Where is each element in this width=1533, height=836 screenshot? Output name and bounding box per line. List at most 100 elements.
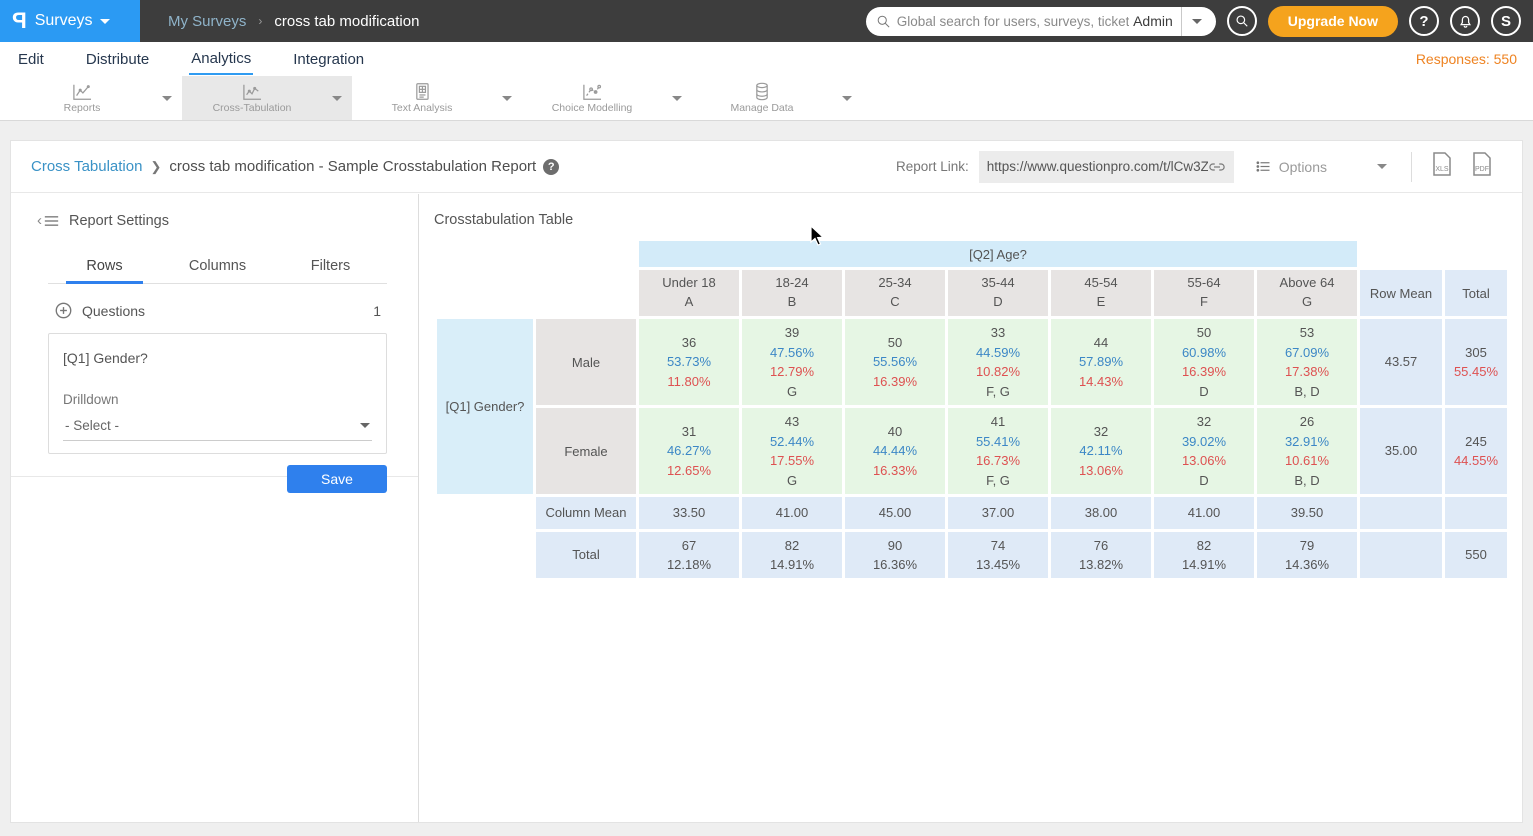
data-cell: 3947.56%12.79%G xyxy=(742,319,842,405)
upgrade-now-button[interactable]: Upgrade Now xyxy=(1268,6,1398,37)
report-link-label: Report Link: xyxy=(896,159,969,174)
nav-item-integration[interactable]: Integration xyxy=(291,45,366,74)
report-title: cross tab modification - Sample Crosstab… xyxy=(169,158,536,175)
responses-count[interactable]: Responses: 550 xyxy=(1416,51,1517,67)
cross-tabulation-breadcrumb-link[interactable]: Cross Tabulation xyxy=(31,158,142,175)
tab-choice-modelling[interactable]: Choice Modelling xyxy=(522,76,692,120)
data-cell: 5055.56%16.39% xyxy=(845,319,945,405)
notifications-button[interactable] xyxy=(1450,6,1480,36)
table-row-female: Female 3146.27%12.65% 4352.44%17.55%G 40… xyxy=(437,408,1507,494)
help-button[interactable]: ? xyxy=(1409,6,1439,36)
report-settings-panel: ‹ Report Settings Rows Columns Filters Q… xyxy=(11,194,419,822)
grand-total-cell: 550 xyxy=(1445,532,1507,578)
column-mean-cell: 41.00 xyxy=(742,497,842,529)
choice-modelling-dropdown-caret[interactable] xyxy=(662,76,692,120)
breadcrumb-separator: ❯ xyxy=(150,159,161,175)
total-header: Total xyxy=(1445,270,1507,316)
report-settings-title: Report Settings xyxy=(69,213,169,229)
questions-label: Questions xyxy=(82,303,145,319)
tab-manage-data[interactable]: Manage Data xyxy=(692,76,862,120)
data-cell: 4352.44%17.55%G xyxy=(742,408,842,494)
drilldown-select[interactable]: - Select - xyxy=(63,409,372,441)
cross-tabulation-icon xyxy=(241,83,263,101)
report-link-field xyxy=(979,151,1234,183)
column-mean-cell: 38.00 xyxy=(1051,497,1151,529)
reports-dropdown-caret[interactable] xyxy=(152,76,182,120)
column-mean-cell: 41.00 xyxy=(1154,497,1254,529)
drilldown-label: Drilldown xyxy=(63,392,372,407)
column-header: 45-54E xyxy=(1051,270,1151,316)
cross-tabulation-dropdown-caret[interactable] xyxy=(322,76,352,120)
row-mean-header: Row Mean xyxy=(1360,270,1442,316)
global-search-input[interactable] xyxy=(897,14,1129,29)
total-row: Total 6712.18% 8214.91% 9016.36% 7413.45… xyxy=(437,532,1507,578)
nav-item-distribute[interactable]: Distribute xyxy=(84,45,151,74)
app-logo[interactable]: P Surveys xyxy=(0,0,140,42)
tab-rows[interactable]: Rows xyxy=(48,251,161,283)
collapse-panel-icon[interactable]: ‹ xyxy=(37,212,59,229)
breadcrumb-separator: › xyxy=(258,14,262,28)
row-mean-cell: 35.00 xyxy=(1360,408,1442,494)
column-header: 35-44D xyxy=(948,270,1048,316)
column-mean-cell: 45.00 xyxy=(845,497,945,529)
questions-count: 1 xyxy=(373,303,381,319)
data-cell: 3653.73%11.80% xyxy=(639,319,739,405)
product-switcher-label: Surveys xyxy=(35,12,93,30)
search-scope-dropdown[interactable] xyxy=(1182,19,1206,24)
options-caret-icon xyxy=(1377,164,1387,169)
add-question-icon[interactable] xyxy=(55,302,72,319)
content-card: Cross Tabulation ❯ cross tab modificatio… xyxy=(10,140,1523,823)
column-mean-cell: 39.50 xyxy=(1257,497,1357,529)
question-title: [Q1] Gender? xyxy=(63,350,372,366)
search-button[interactable] xyxy=(1227,6,1257,36)
account-avatar[interactable]: S xyxy=(1491,6,1521,36)
column-header: Under 18A xyxy=(639,270,739,316)
column-mean-cell: 37.00 xyxy=(948,497,1048,529)
options-dropdown[interactable]: Options xyxy=(1256,159,1387,175)
tab-cross-tabulation[interactable]: Cross-Tabulation xyxy=(182,76,352,120)
report-header: Cross Tabulation ❯ cross tab modificatio… xyxy=(11,141,1522,193)
divider xyxy=(1411,152,1412,182)
search-icon xyxy=(876,14,891,29)
export-pdf-button[interactable]: PDF xyxy=(1470,151,1494,182)
data-cell: 3146.27%12.65% xyxy=(639,408,739,494)
product-switcher-caret-icon xyxy=(100,19,110,24)
total-cell: 7413.45% xyxy=(948,532,1048,578)
column-mean-cell: 33.50 xyxy=(639,497,739,529)
data-cell: 5367.09%17.38%B, D xyxy=(1257,319,1357,405)
analytics-toolbar: Reports Cross-Tabulation Text Analysis C… xyxy=(0,76,1533,121)
column-header-row: Under 18A 18-24B 25-34C 35-44D 45-54E 55… xyxy=(437,270,1507,316)
save-button[interactable]: Save xyxy=(287,465,387,493)
total-cell: 7914.36% xyxy=(1257,532,1357,578)
search-icon xyxy=(1235,14,1249,28)
column-header: 18-24B xyxy=(742,270,842,316)
drilldown-select-value: - Select - xyxy=(65,418,360,433)
link-icon[interactable] xyxy=(1208,160,1226,174)
report-help-icon[interactable]: ? xyxy=(543,159,559,175)
tab-columns[interactable]: Columns xyxy=(161,251,274,283)
column-header: 55-64F xyxy=(1154,270,1254,316)
data-cell: 4457.89%14.43% xyxy=(1051,319,1151,405)
bell-icon xyxy=(1458,14,1473,29)
row-label: Female xyxy=(536,408,636,494)
text-analysis-dropdown-caret[interactable] xyxy=(492,76,522,120)
table-row-male: [Q1] Gender? Male 3653.73%11.80% 3947.56… xyxy=(437,319,1507,405)
manage-data-database-icon xyxy=(753,82,771,101)
choice-modelling-icon xyxy=(581,83,603,101)
question-card: [Q1] Gender? Drilldown - Select - xyxy=(48,333,387,454)
data-cell: 3242.11%13.06% xyxy=(1051,408,1151,494)
total-cell: 6712.18% xyxy=(639,532,739,578)
row-group-header: [Q1] Gender? xyxy=(437,319,533,494)
tab-reports[interactable]: Reports xyxy=(12,76,182,120)
nav-item-analytics[interactable]: Analytics xyxy=(189,44,253,75)
report-link-input[interactable] xyxy=(987,159,1208,174)
data-cell: 5060.98%16.39%D xyxy=(1154,319,1254,405)
export-xls-button[interactable]: XLS xyxy=(1430,151,1454,182)
breadcrumb-my-surveys[interactable]: My Surveys xyxy=(168,13,246,30)
data-cell: 2632.91%10.61%B, D xyxy=(1257,408,1357,494)
nav-item-edit[interactable]: Edit xyxy=(16,45,46,74)
manage-data-dropdown-caret[interactable] xyxy=(832,76,862,120)
tab-filters[interactable]: Filters xyxy=(274,251,387,283)
tab-text-analysis[interactable]: Text Analysis xyxy=(352,76,522,120)
options-label: Options xyxy=(1279,159,1327,175)
